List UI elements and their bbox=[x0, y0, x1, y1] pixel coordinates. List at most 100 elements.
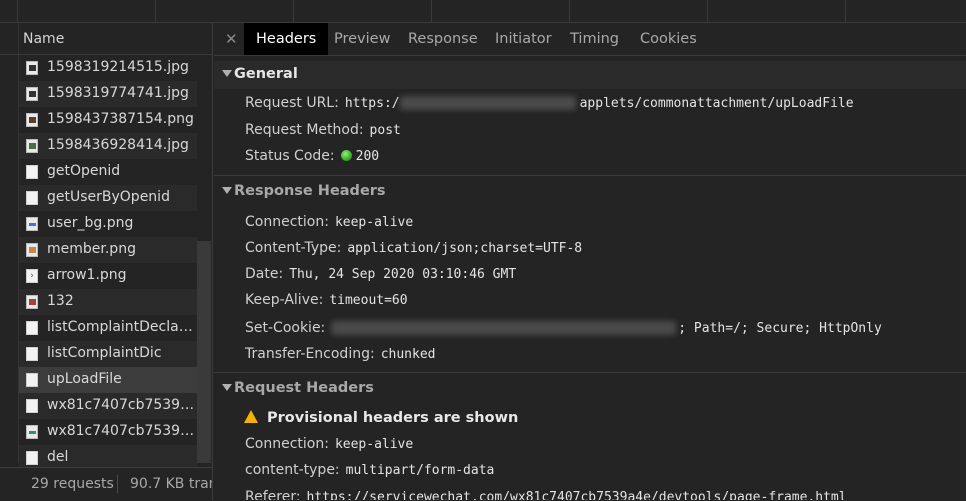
request-row[interactable]: 1598319214515.jpg bbox=[19, 55, 197, 81]
list-gutter bbox=[0, 23, 19, 463]
section-divider bbox=[214, 372, 966, 373]
header-name: Connection: bbox=[245, 436, 329, 452]
toolbar-divider bbox=[569, 0, 570, 22]
request-row[interactable]: 1598436928414.jpg bbox=[19, 133, 197, 159]
header-value: https://servicewechat.com/wx81c7407cb753… bbox=[306, 490, 847, 500]
document-icon bbox=[26, 321, 38, 335]
tab-response[interactable]: Response bbox=[408, 23, 478, 55]
request-list: 1598319214515.jpg 1598319774741.jpg 1598… bbox=[19, 55, 197, 471]
header-name: content-type: bbox=[245, 462, 340, 478]
header-value: Thu, 24 Sep 2020 03:10:46 GMT bbox=[289, 267, 517, 282]
request-headers-section-header[interactable]: Request Headers bbox=[214, 375, 966, 403]
transferred-size: 90.7 KB tran bbox=[130, 476, 212, 492]
request-row-selected[interactable]: upLoadFile bbox=[19, 367, 197, 393]
details-tab-bar: ✕ Headers Preview Response Initiator Tim… bbox=[214, 23, 966, 56]
toolbar-divider bbox=[707, 0, 708, 22]
image-icon bbox=[26, 139, 38, 153]
tab-timing[interactable]: Timing bbox=[570, 23, 619, 55]
response-headers-section-header[interactable]: Response Headers bbox=[214, 178, 966, 206]
request-name: getUserByOpenid bbox=[47, 189, 170, 205]
request-row[interactable]: getOpenid bbox=[19, 159, 197, 185]
name-column-label: Name bbox=[23, 31, 65, 47]
request-row[interactable]: getUserByOpenid bbox=[19, 185, 197, 211]
warning-icon bbox=[244, 410, 258, 423]
image-icon bbox=[26, 61, 38, 75]
document-icon bbox=[26, 399, 38, 413]
request-name: listComplaintDic bbox=[47, 345, 162, 361]
response-header-row: Set-Cookie: ; Path=/; Secure; HttpOnly bbox=[245, 320, 882, 336]
request-row[interactable]: member.png bbox=[19, 237, 197, 263]
request-method-row: Request Method: post bbox=[245, 122, 401, 138]
request-row[interactable]: listComplaintDeclarati... bbox=[19, 315, 197, 341]
image-icon bbox=[26, 295, 38, 309]
request-name: 1598437387154.png bbox=[47, 111, 194, 127]
general-section-title: General bbox=[234, 66, 298, 82]
name-column-header[interactable]: Name bbox=[0, 23, 212, 55]
expand-triangle-icon bbox=[222, 70, 232, 77]
status-code-value: 200 bbox=[355, 149, 380, 164]
request-header-row: Connection: keep-alive bbox=[245, 436, 413, 452]
request-row[interactable]: wx81c7407cb7539a4e... bbox=[19, 419, 197, 445]
request-name: 1598319214515.jpg bbox=[47, 59, 189, 75]
top-toolbar-strip bbox=[0, 0, 966, 23]
toolbar-divider bbox=[431, 0, 432, 22]
request-name: 1598319774741.jpg bbox=[47, 85, 189, 101]
header-value: application/json;charset=UTF-8 bbox=[347, 241, 583, 256]
toolbar-divider bbox=[845, 0, 846, 22]
header-value: keep-alive bbox=[334, 437, 414, 452]
header-name: Content-Type: bbox=[245, 240, 342, 256]
request-name: upLoadFile bbox=[47, 371, 122, 387]
toolbar-divider bbox=[293, 0, 294, 22]
request-row[interactable]: wx81c7407cb7539a4e... bbox=[19, 393, 197, 419]
request-row[interactable]: listComplaintDic bbox=[19, 341, 197, 367]
response-header-row: Keep-Alive: timeout=60 bbox=[245, 292, 408, 308]
request-name: user_bg.png bbox=[47, 215, 134, 231]
request-url-suffix: applets/commonattachment/upLoadFile bbox=[579, 96, 854, 111]
request-row[interactable]: 1598437387154.png bbox=[19, 107, 197, 133]
tab-initiator[interactable]: Initiator bbox=[495, 23, 552, 55]
image-icon bbox=[26, 87, 38, 101]
request-name: 132 bbox=[47, 293, 74, 309]
request-name: listComplaintDeclarati... bbox=[47, 319, 197, 335]
request-row[interactable]: › arrow1.png bbox=[19, 263, 197, 289]
header-value: ; Path=/; Secure; HttpOnly bbox=[678, 321, 882, 336]
redacted-blur bbox=[331, 321, 677, 335]
request-url-prefix: https:/ bbox=[344, 96, 400, 111]
tab-headers[interactable]: Headers bbox=[244, 23, 329, 55]
request-header-row: Referer: https://servicewechat.com/wx81c7… bbox=[245, 489, 847, 500]
image-icon bbox=[26, 217, 38, 231]
toolbar-divider bbox=[155, 0, 156, 22]
header-value: chunked bbox=[380, 347, 436, 362]
request-name: del bbox=[47, 449, 69, 465]
image-icon bbox=[26, 113, 38, 127]
request-row[interactable]: user_bg.png bbox=[19, 211, 197, 237]
request-url-label: Request URL: bbox=[245, 95, 339, 111]
expand-triangle-icon bbox=[222, 187, 232, 194]
request-name: member.png bbox=[47, 241, 136, 257]
status-code-label: Status Code: bbox=[245, 148, 335, 164]
tab-cookies[interactable]: Cookies bbox=[640, 23, 697, 55]
status-ok-dot-icon bbox=[340, 149, 352, 161]
tab-preview[interactable]: Preview bbox=[334, 23, 390, 55]
request-header-row: content-type: multipart/form-data bbox=[245, 462, 494, 478]
header-name: Keep-Alive: bbox=[245, 292, 324, 308]
request-list-scrollbar[interactable] bbox=[197, 241, 211, 463]
section-divider bbox=[214, 175, 966, 176]
general-section-header[interactable]: General bbox=[214, 61, 966, 89]
close-icon[interactable]: ✕ bbox=[225, 30, 238, 48]
document-icon bbox=[26, 373, 38, 387]
request-url-row: Request URL: https:/ applets/commonattachm… bbox=[245, 95, 854, 111]
request-row[interactable]: 132 bbox=[19, 289, 197, 315]
response-header-row: Transfer-Encoding: chunked bbox=[245, 346, 435, 362]
request-headers-title: Request Headers bbox=[234, 380, 374, 396]
image-icon bbox=[26, 425, 38, 439]
request-row[interactable]: 1598319774741.jpg bbox=[19, 81, 197, 107]
document-icon bbox=[26, 165, 38, 179]
request-method-value: post bbox=[369, 123, 401, 138]
image-icon bbox=[26, 243, 38, 257]
request-name: wx81c7407cb7539a4e... bbox=[47, 397, 197, 413]
document-icon bbox=[26, 191, 38, 205]
document-icon bbox=[26, 451, 38, 465]
request-details-panel: ✕ Headers Preview Response Initiator Tim… bbox=[214, 23, 966, 500]
header-value: timeout=60 bbox=[329, 293, 408, 308]
